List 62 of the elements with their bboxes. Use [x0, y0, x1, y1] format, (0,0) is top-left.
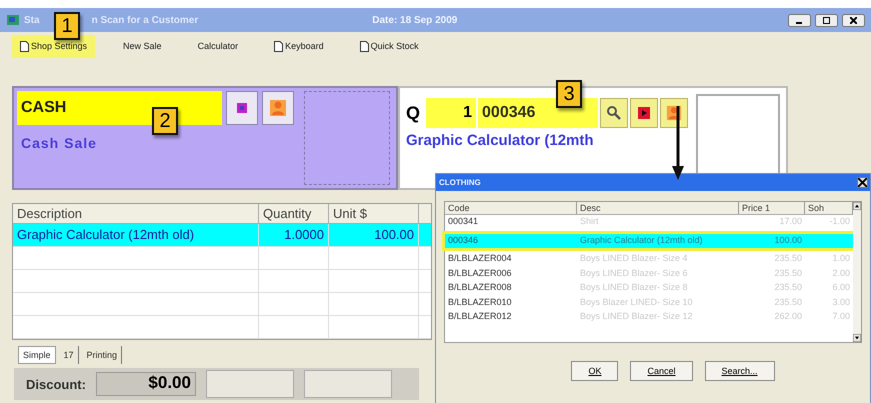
discount-label: Discount: [26, 376, 86, 392]
close-button[interactable] [842, 14, 865, 26]
table-cell: Graphic Calculator (12mth old) [13, 224, 259, 246]
column-header[interactable]: Desc [577, 202, 739, 214]
callout-badge: 3 [556, 80, 582, 108]
toolbar-button[interactable]: Quick Stock [352, 34, 427, 58]
stop-button[interactable] [630, 98, 658, 128]
customer-button[interactable] [660, 98, 688, 128]
toolbar-button[interactable]: Keyboard [266, 34, 332, 58]
tab[interactable]: Simple [18, 346, 56, 364]
list-cell-text: B/LBLAZER004 [447, 252, 513, 265]
window-title: Sta [24, 14, 40, 26]
stop-icon [636, 105, 652, 121]
table-row[interactable]: Graphic Calculator (12mth old) 1.0000 100.00 [13, 224, 431, 247]
list-cell-text: B/LBLAZER012 [447, 310, 513, 323]
scroll-down-icon [853, 334, 861, 342]
column-header[interactable]: Quantity [259, 204, 329, 223]
discount-field[interactable]: $0.00 [96, 372, 196, 396]
quantity-field[interactable]: 1 [426, 98, 476, 128]
tab[interactable]: Printing [82, 346, 122, 364]
close-icon [850, 16, 857, 24]
person-icon [269, 99, 287, 117]
close-button[interactable] [857, 177, 868, 188]
card-button[interactable] [226, 91, 258, 125]
column-header[interactable]: Description [13, 204, 259, 223]
list-cell-text: B/LBLAZER008 [447, 281, 513, 294]
document-icon [360, 40, 369, 52]
dialog-button[interactable]: Cancel [630, 361, 692, 381]
list-cell-text: B/LBLAZER010 [447, 296, 513, 308]
customer-name: Cash Sale [20, 134, 98, 153]
document-icon [274, 40, 284, 52]
minimize-button[interactable] [788, 14, 811, 26]
column-header[interactable]: Code [445, 202, 577, 214]
column-header[interactable]: Price 1 [739, 202, 805, 214]
list-cell-text: 000346 [447, 234, 480, 246]
toolbar-button[interactable]: Shop Settings [12, 34, 96, 58]
quantity-label: Q [406, 102, 420, 124]
table-cell: 1.0000 [259, 224, 329, 246]
callout-badge: 1 [54, 12, 80, 40]
window-title: n Scan for a Customer [92, 14, 198, 26]
app-icon [6, 13, 20, 27]
dialog-title: CLOTHING [439, 178, 481, 187]
dialog-button[interactable]: OK [571, 361, 618, 381]
toolbar-button[interactable]: Calculator [190, 35, 246, 57]
list-cell-text: B/LBLAZER006 [447, 266, 513, 280]
list-cell-text: Graphic Calculator (12mth old) [579, 234, 704, 247]
toolbar-button[interactable]: New Sale [115, 35, 170, 57]
close-icon [858, 178, 867, 187]
callout-badge: 2 [152, 107, 178, 135]
maximize-button[interactable] [815, 14, 838, 26]
column-header[interactable]: Unit $ [329, 204, 419, 223]
list-cell-text: 100.00 [773, 234, 803, 246]
date-label: Date: 18 Sep 2009 [372, 14, 458, 26]
list-row[interactable]: 000346 Graphic Calculator (12mth old) 100.00 [445, 234, 853, 248]
tab[interactable]: 17 [60, 346, 79, 364]
search-button[interactable] [600, 98, 628, 128]
table-cell: 100.00 [329, 224, 419, 246]
maximize-icon [823, 16, 830, 24]
list-cell-text: 000341 [447, 215, 480, 228]
search-icon [606, 105, 622, 121]
document-icon [20, 40, 29, 52]
dialog-button[interactable]: Search... [704, 361, 775, 381]
